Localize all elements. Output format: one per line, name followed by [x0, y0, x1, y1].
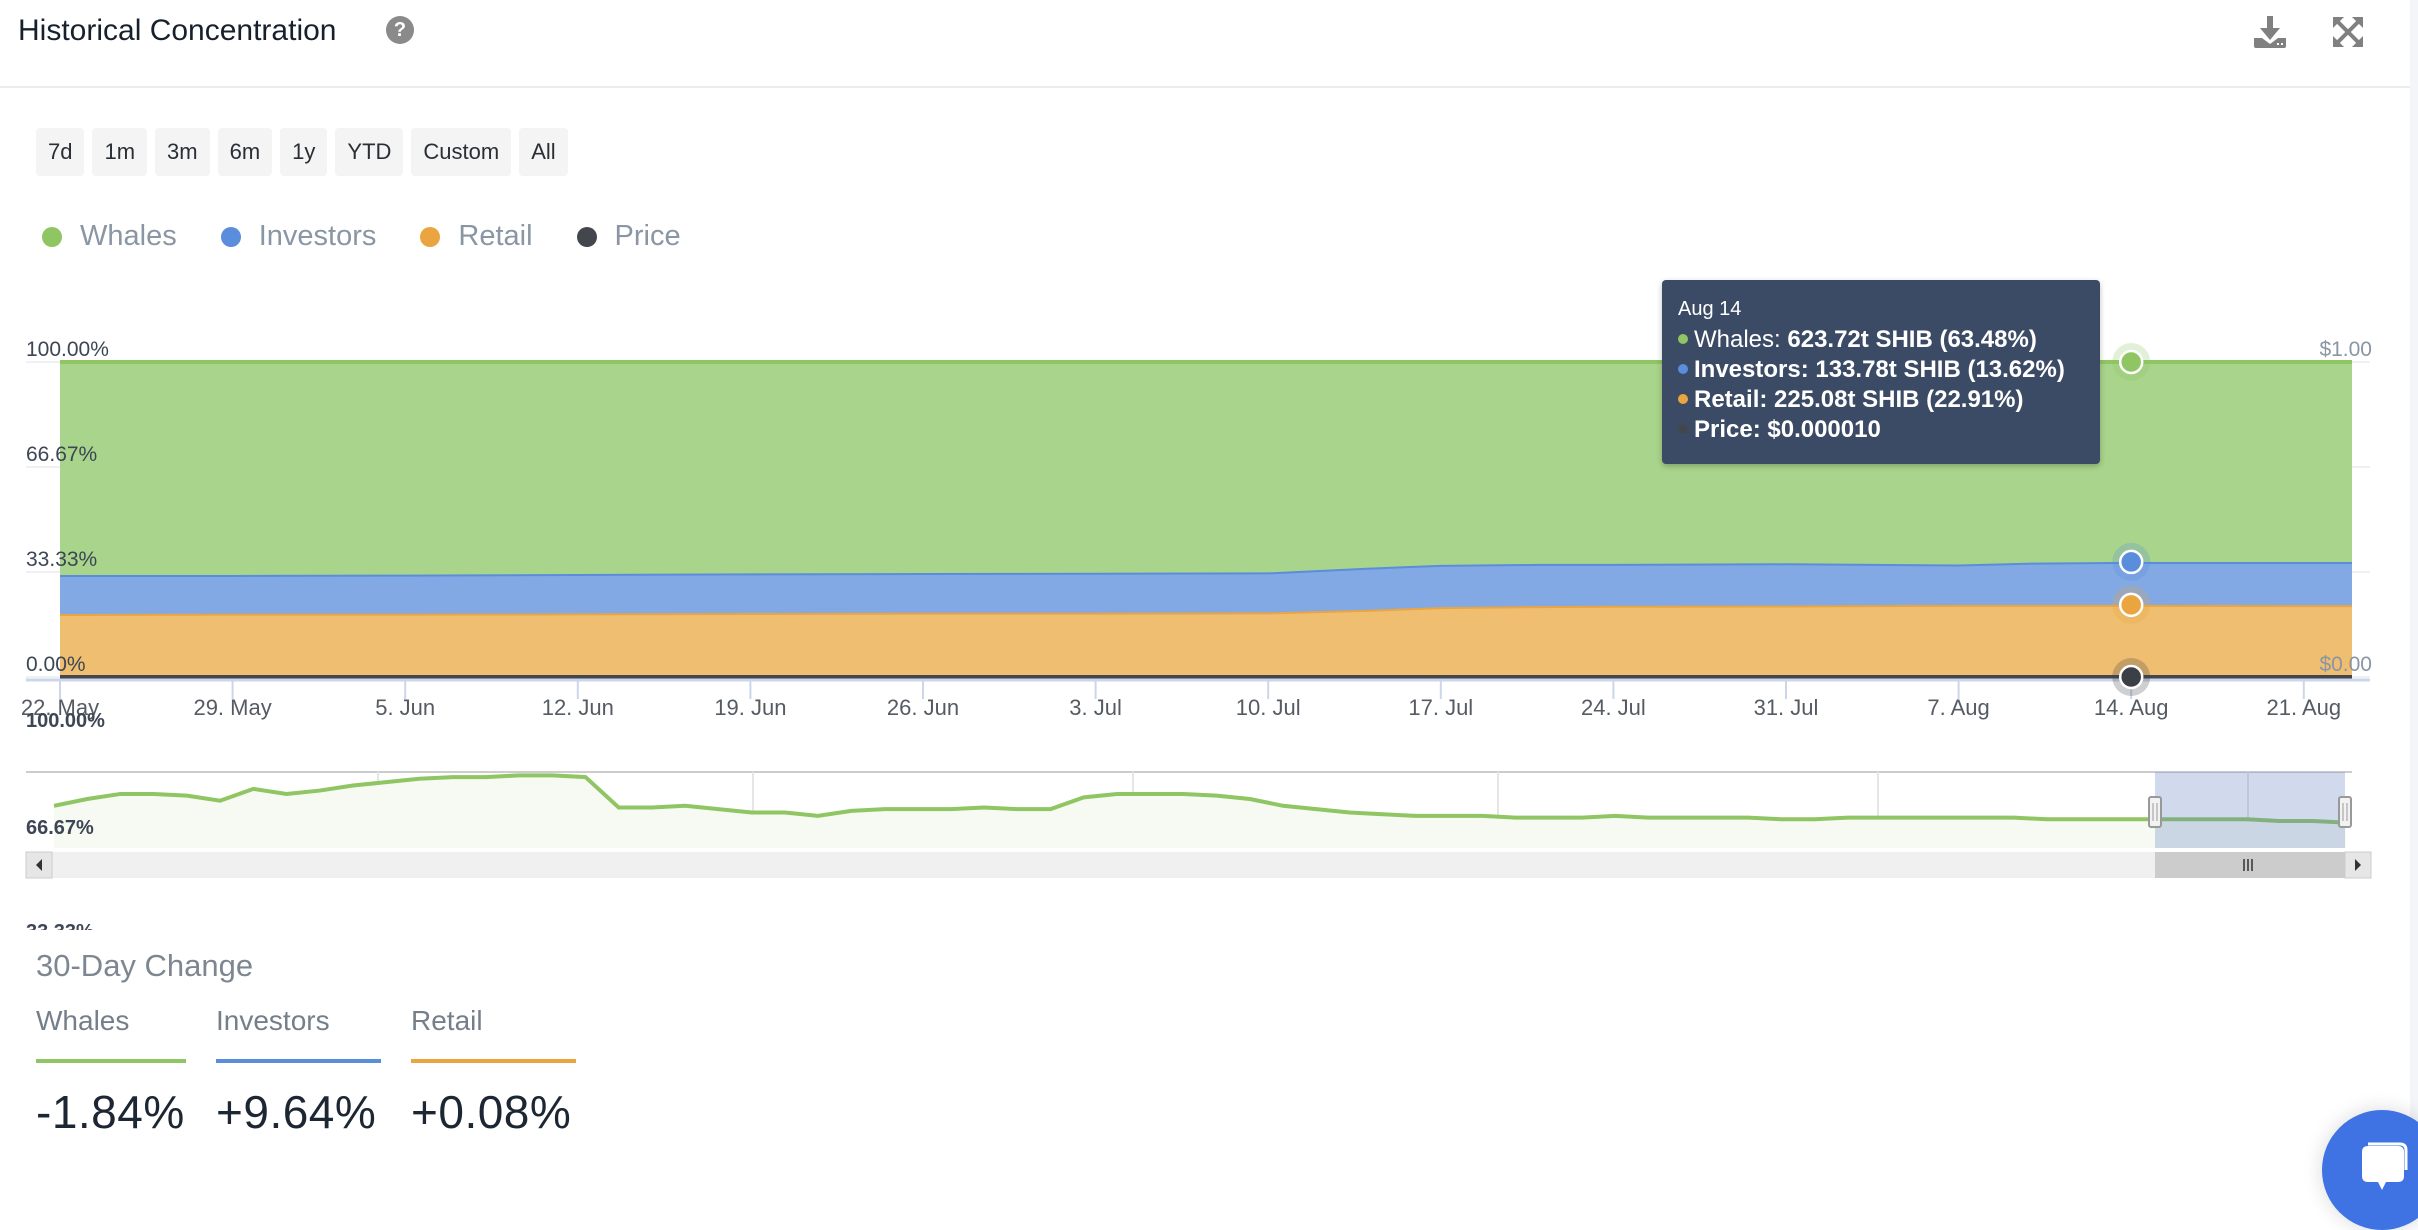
chart-tooltip: Aug 14 Whales: 623.72t SHIB (63.48%)Inve…: [1662, 280, 2100, 464]
navigator[interactable]: Jan '21Jul '21Jan '22Jul '22Jan '23Jul '…: [0, 700, 2418, 930]
legend-item-whales[interactable]: Whales: [42, 220, 177, 253]
chat-bubble-icon: [2352, 1140, 2412, 1200]
range-button-3m[interactable]: 3m: [155, 128, 210, 176]
hover-marker-retail: [2120, 594, 2142, 616]
navigator-y-label: 100.00%: [26, 710, 105, 732]
series-dot-icon: [1678, 424, 1688, 434]
change-item-whales: Whales -1.84%: [36, 1005, 186, 1139]
tooltip-row-whales: Whales: 623.72t SHIB (63.48%): [1678, 325, 2084, 355]
change-item-retail: Retail +0.08%: [411, 1005, 576, 1139]
y2-tick-label: $0.00: [2319, 653, 2372, 676]
navigator-selected-range[interactable]: [2155, 772, 2345, 848]
y2-tick-label: $1.00: [2319, 338, 2372, 361]
tooltip-row-investors: Investors: 133.78t SHIB (13.62%): [1678, 355, 2084, 385]
legend-item-retail[interactable]: Retail: [420, 220, 532, 253]
scrollbar-thumb[interactable]: [2155, 852, 2345, 878]
tooltip-row-retail: Retail: 225.08t SHIB (22.91%): [1678, 385, 2084, 415]
legend-label: Whales: [80, 220, 177, 253]
navigator-right-handle[interactable]: [2339, 797, 2351, 827]
series-dot-icon: [1678, 394, 1688, 404]
expand-arrows-icon[interactable]: [2330, 14, 2366, 50]
chat-button[interactable]: [2322, 1110, 2418, 1230]
header: Historical Concentration ?: [0, 0, 2418, 88]
tooltip-value: 133.78t SHIB (13.62%): [1815, 356, 2064, 383]
hover-marker-investors: [2120, 551, 2142, 573]
change-item-investors: Investors +9.64%: [216, 1005, 381, 1139]
y-tick-label: 100.00%: [26, 338, 109, 361]
change-underline: [36, 1059, 186, 1063]
legend-item-investors[interactable]: Investors: [221, 220, 377, 253]
legend-label: Price: [615, 220, 681, 253]
hover-marker-whales: [2120, 351, 2142, 373]
legend-label: Investors: [259, 220, 377, 253]
range-button-1m[interactable]: 1m: [92, 128, 147, 176]
range-button-7d[interactable]: 7d: [36, 128, 84, 176]
range-selector: 7d1m3m6m1yYTDCustomAll: [36, 128, 568, 176]
thirty-day-change-title: 30-Day Change: [36, 948, 253, 984]
chart-legend: Whales Investors Retail Price: [42, 220, 681, 253]
y-tick-label: 0.00%: [26, 653, 86, 676]
range-button-ytd[interactable]: YTD: [335, 128, 403, 176]
change-label: Investors: [216, 1005, 381, 1045]
range-button-custom[interactable]: Custom: [411, 128, 511, 176]
legend-dot-icon: [221, 227, 241, 247]
legend-item-price[interactable]: Price: [577, 220, 681, 253]
change-label: Whales: [36, 1005, 186, 1045]
change-value: +0.08%: [411, 1085, 576, 1139]
navigator-y-label: 66.67%: [26, 817, 94, 839]
y-tick-label: 33.33%: [26, 548, 97, 571]
legend-dot-icon: [420, 227, 440, 247]
legend-dot-icon: [42, 227, 62, 247]
hover-marker-price: [2120, 666, 2142, 688]
legend-dot-icon: [577, 227, 597, 247]
download-icon[interactable]: [2252, 14, 2288, 50]
navigator-y-label: 33.33%: [26, 921, 94, 930]
page-title: Historical Concentration: [18, 14, 336, 48]
tooltip-row-price: Price: $0.000010: [1678, 415, 2084, 445]
scrollbar-track[interactable]: [26, 852, 2352, 878]
range-button-all[interactable]: All: [519, 128, 567, 176]
series-dot-icon: [1678, 334, 1688, 344]
tooltip-value: 225.08t SHIB (22.91%): [1774, 386, 2023, 413]
question-circle-icon[interactable]: ?: [386, 16, 414, 44]
series-dot-icon: [1678, 364, 1688, 374]
tooltip-label: Whales:: [1694, 326, 1781, 353]
thirty-day-change: Whales -1.84% Investors +9.64% Retail +0.08%: [36, 1005, 576, 1139]
range-button-6m[interactable]: 6m: [218, 128, 273, 176]
change-value: +9.64%: [216, 1085, 381, 1139]
tooltip-label: Price:: [1694, 416, 1761, 443]
legend-label: Retail: [458, 220, 532, 253]
change-underline: [216, 1059, 381, 1063]
tooltip-value: $0.000010: [1767, 416, 1880, 443]
tooltip-value: 623.72t SHIB (63.48%): [1787, 326, 2036, 353]
change-underline: [411, 1059, 576, 1063]
navigator-left-handle[interactable]: [2149, 797, 2161, 827]
change-value: -1.84%: [36, 1085, 186, 1139]
change-label: Retail: [411, 1005, 576, 1045]
tooltip-label: Investors:: [1694, 356, 1809, 383]
range-button-1y[interactable]: 1y: [280, 128, 327, 176]
tooltip-label: Retail:: [1694, 386, 1767, 413]
tooltip-date: Aug 14: [1678, 298, 2084, 321]
y-tick-label: 66.67%: [26, 443, 97, 466]
